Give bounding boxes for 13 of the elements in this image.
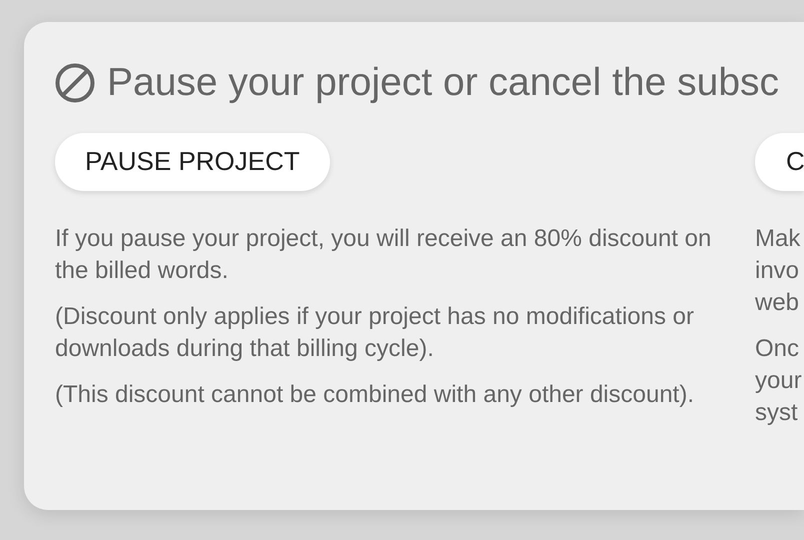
text-fragment: your xyxy=(755,366,803,396)
text-fragment: Onc xyxy=(755,334,800,364)
description-paragraph: If you pause your project, you will receive an 80% discount on the billed words. xyxy=(55,224,712,286)
text-fragment: Mak xyxy=(755,224,802,254)
section-title: Pause your project or cancel the subsc xyxy=(107,60,780,106)
option-button[interactable]: C xyxy=(755,132,804,191)
text-fragment: web xyxy=(755,288,800,318)
description-paragraph: (Discount only applies if your project has no modifications or downloads during that billing cycle). xyxy=(55,302,695,364)
pause-project-button[interactable]: PAUSE PROJECT xyxy=(55,132,330,191)
description-paragraph: (This discount cannot be combined with any other discount). xyxy=(55,380,696,410)
prohibited-icon xyxy=(55,63,95,104)
text-fragment: syst xyxy=(755,398,799,428)
text-fragment: invo xyxy=(755,256,800,286)
